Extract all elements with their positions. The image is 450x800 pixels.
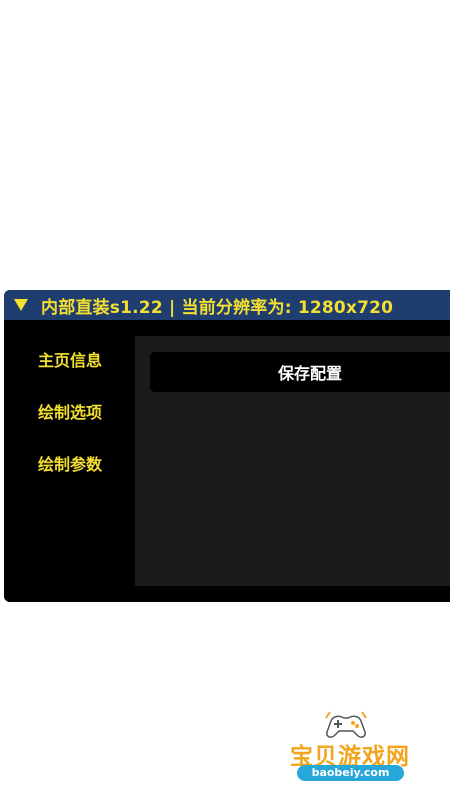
mod-menu-panel: 内部直装s1.22 | 当前分辨率为: 1280x720 主页信息 绘制选项 绘… xyxy=(4,290,450,602)
screen: 内部直装s1.22 | 当前分辨率为: 1280x720 主页信息 绘制选项 绘… xyxy=(0,0,450,800)
sidebar: 主页信息 绘制选项 绘制参数 xyxy=(4,320,135,602)
content-area: 保存配置 xyxy=(135,336,450,586)
sidebar-item-home-info[interactable]: 主页信息 xyxy=(38,347,102,371)
sidebar-item-draw-parameters[interactable]: 绘制参数 xyxy=(38,451,102,475)
sidebar-item-draw-options[interactable]: 绘制选项 xyxy=(38,399,102,423)
save-config-button[interactable]: 保存配置 xyxy=(150,352,450,392)
window-title: 内部直装s1.22 | 当前分辨率为: 1280x720 xyxy=(41,297,394,318)
triangle-down-icon[interactable] xyxy=(14,299,28,311)
gamepad-icon xyxy=(325,711,367,738)
watermark-logo: 宝贝游戏网 baobeiy.com xyxy=(276,710,424,788)
title-bar[interactable]: 内部直装s1.22 | 当前分辨率为: 1280x720 xyxy=(4,290,450,320)
watermark-url: baobeiy.com xyxy=(297,765,404,781)
